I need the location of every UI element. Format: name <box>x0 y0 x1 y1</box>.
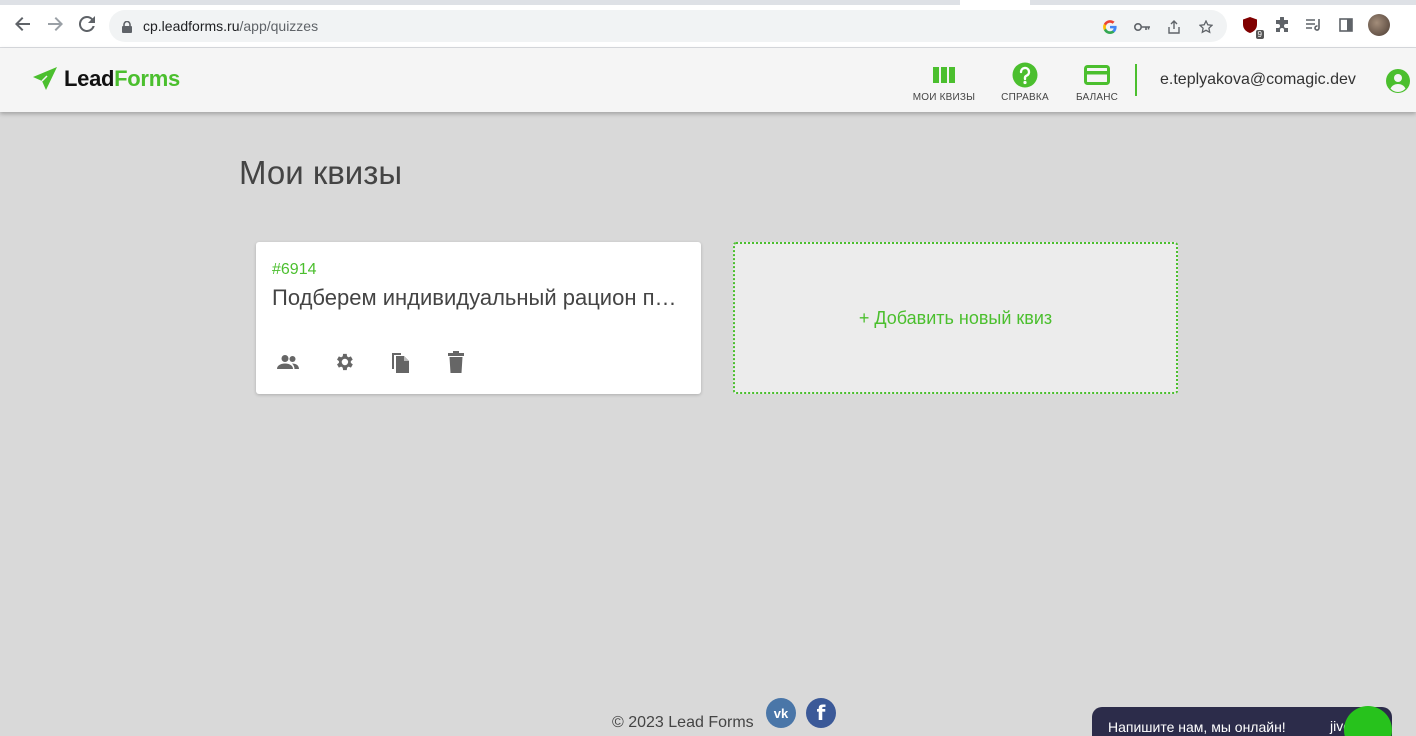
address-bar[interactable]: cp.leadforms.ru/app/quizzes <box>109 10 1227 42</box>
facebook-label: f <box>816 701 826 725</box>
bookmark-star-icon[interactable] <box>1197 18 1215 36</box>
quiz-id: #6914 <box>272 261 317 278</box>
vk-icon[interactable]: vk <box>766 698 796 728</box>
nav-label: МОИ КВИЗЫ <box>912 92 976 103</box>
settings-gear-icon[interactable] <box>332 350 356 374</box>
puzzle-extensions-icon[interactable] <box>1272 15 1292 35</box>
jivo-chat-text: Напишите нам, мы онлайн! <box>1108 719 1286 735</box>
quiz-card[interactable]: #6914 Подберем индивидуальный рацион пит… <box>256 242 701 394</box>
copy-file-icon[interactable] <box>388 350 412 374</box>
leads-people-icon[interactable] <box>276 350 300 374</box>
side-panel-icon[interactable] <box>1336 15 1356 35</box>
forward-arrow-icon[interactable] <box>45 14 65 34</box>
lock-icon <box>122 20 132 33</box>
nav-label: СПРАВКА <box>1001 92 1049 103</box>
delete-trash-icon[interactable] <box>444 350 468 374</box>
nav-label: БАЛАНС <box>1075 92 1119 103</box>
active-tab[interactable] <box>960 0 1030 5</box>
back-arrow-icon[interactable] <box>13 14 33 34</box>
credit-card-icon <box>1084 62 1110 88</box>
nav-my-quizzes[interactable]: МОИ КВИЗЫ <box>904 62 984 103</box>
url-host: cp.leadforms.ru <box>143 18 240 34</box>
url-path: /app/quizzes <box>239 18 319 34</box>
profile-avatar[interactable] <box>1368 14 1390 36</box>
tab-strip <box>0 0 1416 5</box>
vk-label: vk <box>773 705 789 721</box>
paper-plane-icon <box>33 67 57 90</box>
logo-lead: Lead <box>64 66 115 91</box>
reading-list-icon[interactable] <box>1304 15 1324 35</box>
logo-text: LeadForms <box>64 66 180 92</box>
key-icon[interactable] <box>1133 18 1151 36</box>
ublock-extension-icon[interactable]: 9 <box>1240 15 1264 39</box>
nav-balance[interactable]: БАЛАНС <box>1057 62 1137 103</box>
extension-icons: 9 <box>1240 14 1390 39</box>
quiz-title[interactable]: Подберем индивидуальный рацион питания <box>272 285 687 311</box>
facebook-icon[interactable]: f <box>806 698 836 728</box>
share-icon[interactable] <box>1165 18 1183 36</box>
url-text: cp.leadforms.ru/app/quizzes <box>143 18 318 34</box>
add-quiz-label: + Добавить новый квиз <box>858 307 1053 328</box>
header-divider <box>1135 64 1137 96</box>
extension-badge: 9 <box>1255 30 1264 39</box>
footer-copyright: © 2023 Lead Forms <box>612 714 754 731</box>
help-icon <box>1012 62 1038 88</box>
account-circle-icon[interactable] <box>1385 68 1411 94</box>
google-icon[interactable] <box>1101 18 1119 36</box>
omnibox-icons <box>1101 18 1215 36</box>
add-quiz-button[interactable]: + Добавить новый квиз <box>733 242 1178 394</box>
nav-help[interactable]: СПРАВКА <box>985 62 1065 103</box>
page-title: Мои квизы <box>239 154 403 191</box>
columns-icon <box>933 62 955 88</box>
reload-icon[interactable] <box>77 14 97 34</box>
quiz-card-actions <box>276 350 500 374</box>
browser-chrome: cp.leadforms.ru/app/quizzes 9 <box>0 0 1416 48</box>
user-email[interactable]: e.teplyakova@comagic.dev <box>1160 71 1356 89</box>
logo-forms: Forms <box>114 66 180 91</box>
leadforms-logo[interactable]: LeadForms <box>32 66 180 92</box>
